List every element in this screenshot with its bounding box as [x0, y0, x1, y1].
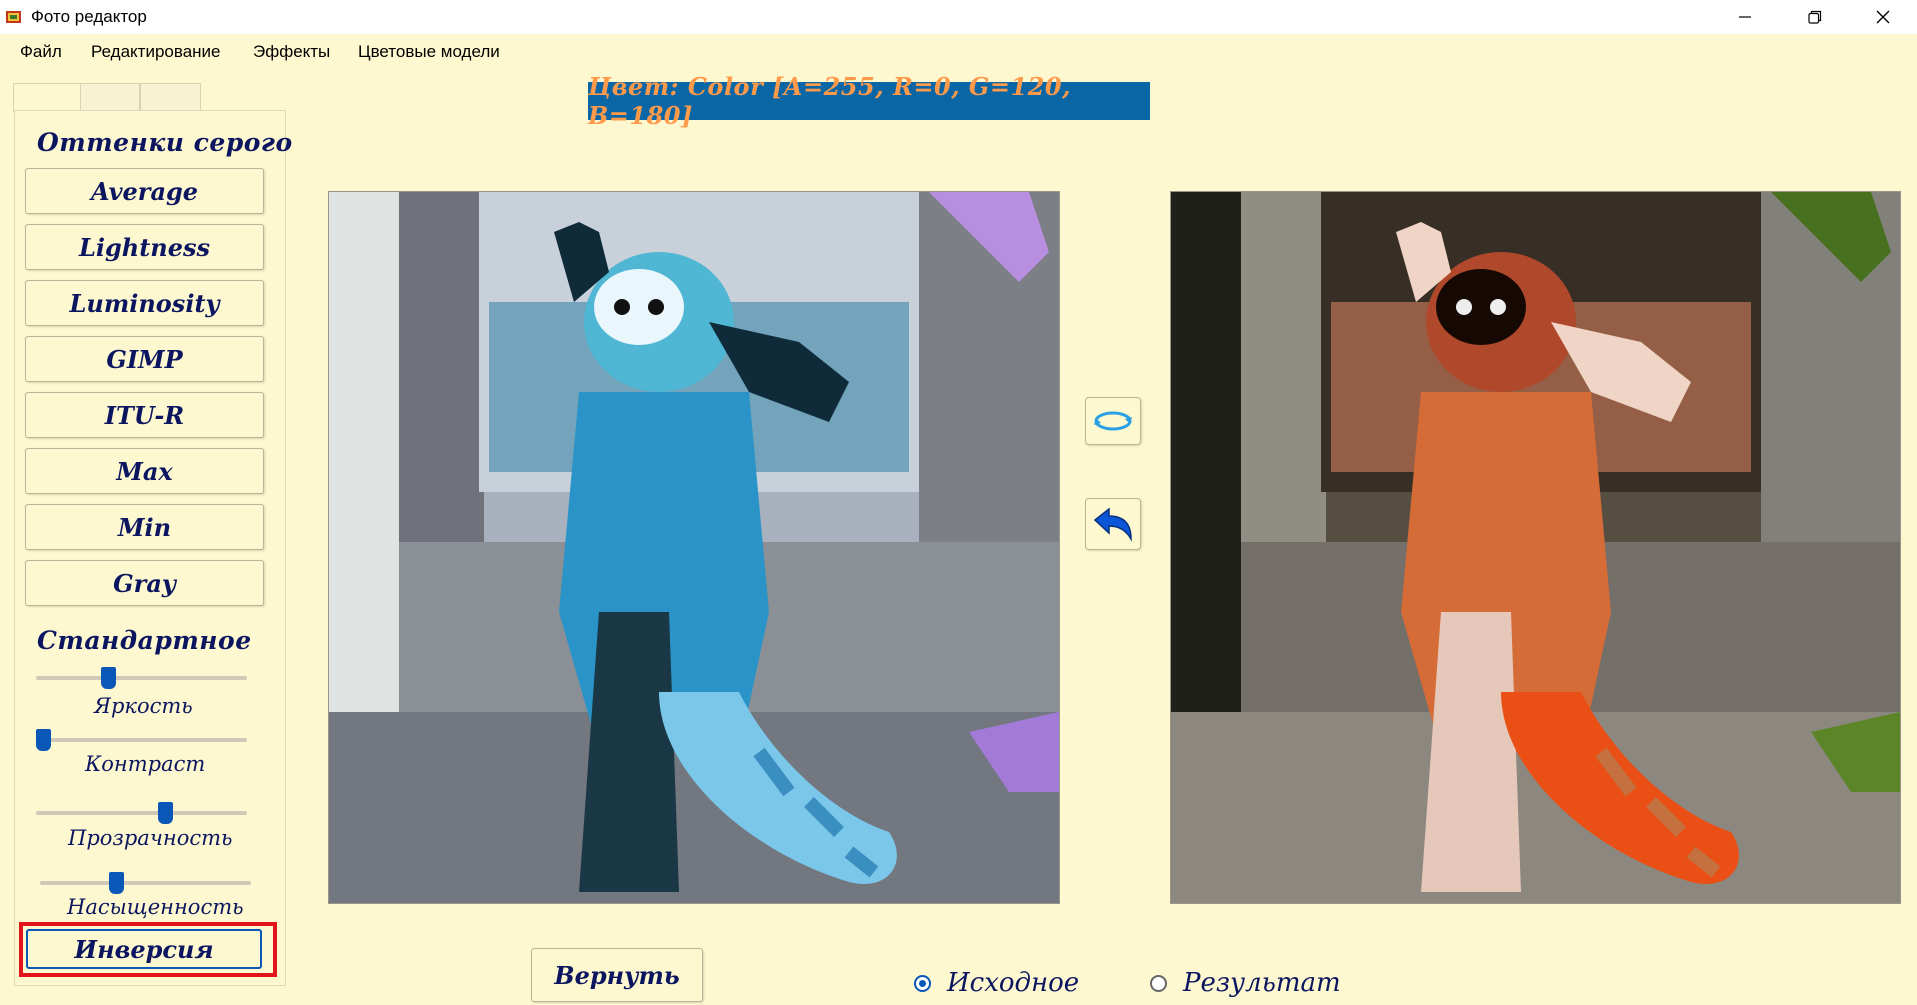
- undo-arrow-icon: [1093, 507, 1132, 542]
- radio-result[interactable]: Результат: [1150, 968, 1341, 998]
- menu-file[interactable]: Файл: [20, 42, 62, 62]
- result-photo: [1171, 192, 1900, 903]
- undo-button[interactable]: [1085, 498, 1141, 550]
- average-button[interactable]: Average: [25, 168, 264, 214]
- close-icon: [1876, 10, 1890, 24]
- contrast-label: Контраст: [85, 752, 206, 776]
- return-button[interactable]: Вернуть: [531, 948, 703, 1002]
- minimize-icon: [1739, 16, 1751, 18]
- itu-r-button[interactable]: ITU-R: [25, 392, 264, 438]
- lightness-button[interactable]: Lightness: [25, 224, 264, 270]
- transparency-slider[interactable]: [36, 802, 247, 824]
- restore-button[interactable]: [1780, 0, 1850, 34]
- radio-result-dot[interactable]: [1150, 974, 1167, 992]
- minimize-button[interactable]: [1710, 0, 1780, 34]
- close-button[interactable]: [1848, 0, 1917, 34]
- radio-original-dot[interactable]: [914, 974, 931, 992]
- standard-title: Стандартное: [37, 626, 252, 655]
- gray-button[interactable]: Gray: [25, 560, 264, 606]
- gimp-button[interactable]: GIMP: [25, 336, 264, 382]
- invert-button[interactable]: Инверсия: [26, 929, 262, 969]
- original-image: [328, 191, 1060, 904]
- saturation-label: Насыщенность: [67, 895, 244, 919]
- title-bar: Фото редактор: [0, 0, 1917, 34]
- transparency-slider-thumb[interactable]: [157, 802, 173, 824]
- tab-2[interactable]: [80, 83, 140, 112]
- radio-original[interactable]: Исходное: [914, 968, 1079, 998]
- rotate-button[interactable]: [1085, 397, 1141, 445]
- min-button[interactable]: Min: [25, 504, 264, 550]
- saturation-slider[interactable]: [40, 872, 251, 894]
- tab-1[interactable]: [13, 83, 81, 112]
- max-button[interactable]: Max: [25, 448, 264, 494]
- radio-result-label: Результат: [1183, 968, 1341, 998]
- transparency-label: Прозрачность: [68, 826, 233, 850]
- contrast-slider[interactable]: [36, 729, 247, 751]
- brightness-label: Яркость: [94, 694, 193, 718]
- luminosity-button[interactable]: Luminosity: [25, 280, 264, 326]
- restore-icon: [1808, 10, 1822, 24]
- result-image: [1170, 191, 1901, 904]
- grayscale-title: Оттенки серого: [37, 128, 293, 157]
- rotate-icon: [1094, 411, 1132, 431]
- menu-edit[interactable]: Редактирование: [91, 42, 221, 62]
- window-title: Фото редактор: [31, 7, 147, 26]
- saturation-slider-thumb[interactable]: [108, 872, 124, 894]
- brightness-slider-thumb[interactable]: [100, 667, 116, 689]
- menu-effects[interactable]: Эффекты: [253, 42, 330, 62]
- radio-original-label: Исходное: [947, 968, 1080, 998]
- menu-color-models[interactable]: Цветовые модели: [358, 42, 500, 62]
- tab-3[interactable]: [140, 83, 201, 112]
- original-photo: [329, 192, 1059, 903]
- menu-bar: Файл Редактирование Эффекты Цветовые мод…: [0, 34, 1917, 70]
- app-icon: [5, 8, 23, 26]
- contrast-slider-thumb[interactable]: [36, 729, 51, 751]
- color-info-label: Цвет: Color [A=255, R=0, G=120, B=180]: [588, 72, 1150, 130]
- brightness-slider[interactable]: [36, 667, 247, 689]
